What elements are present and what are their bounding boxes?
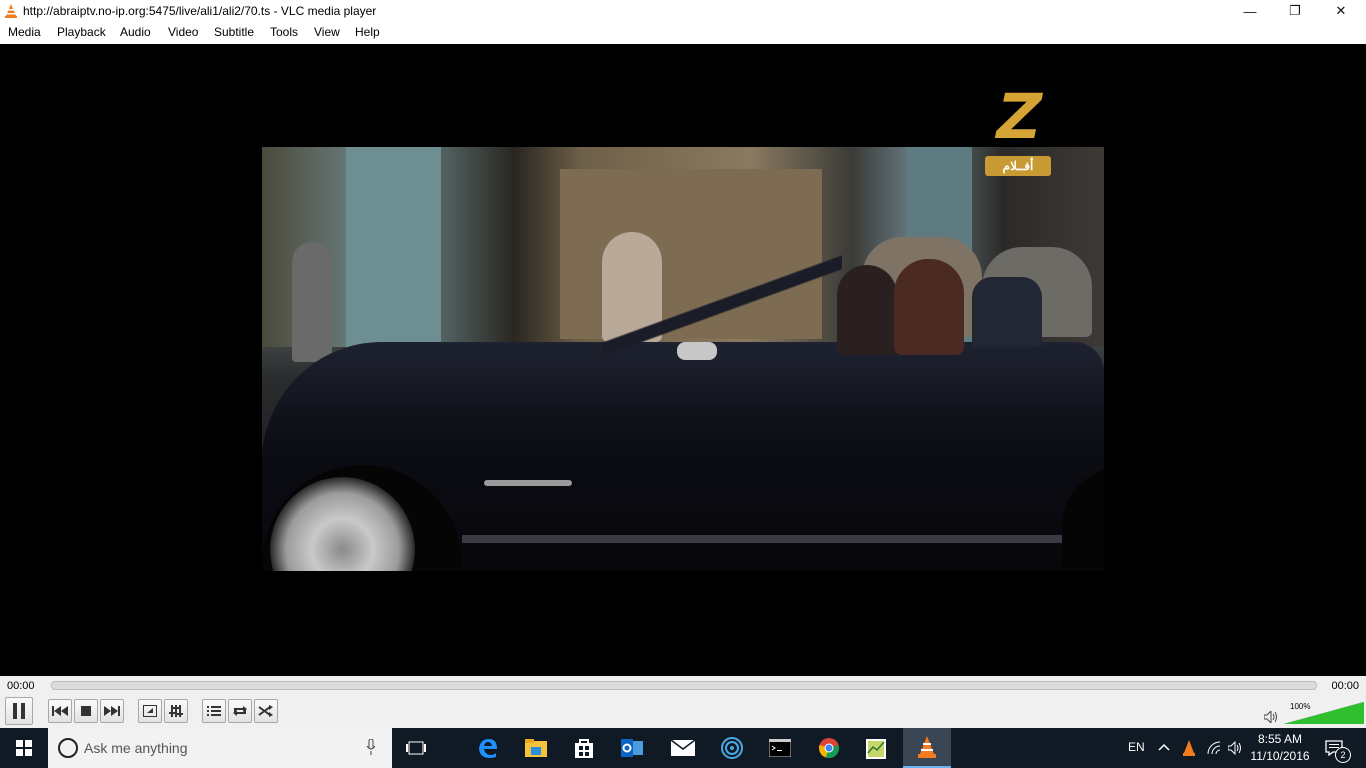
pause-button[interactable] (5, 697, 33, 725)
chevron-up-icon[interactable] (1158, 743, 1170, 751)
vlc-tray-icon[interactable] (1182, 740, 1196, 756)
next-button[interactable] (100, 699, 124, 723)
taskbar-mail[interactable] (659, 728, 707, 768)
title-bar: http://abraiptv.no-ip.org:5475/live/ali1… (0, 0, 1366, 22)
taskbar-app-blue[interactable] (708, 728, 756, 768)
mail-icon (671, 740, 695, 756)
cortana-icon (58, 738, 78, 758)
search-placeholder: Ask me anything (84, 740, 188, 756)
loop-icon (233, 706, 247, 716)
clock-time: 8:55 AM (1257, 732, 1303, 746)
taskbar-task-manager[interactable] (853, 728, 901, 768)
window-title: http://abraiptv.no-ip.org:5475/live/ali1… (23, 4, 377, 18)
stop-button[interactable] (74, 699, 98, 723)
store-icon (575, 739, 593, 758)
video-area[interactable]: Z أفــلام (0, 44, 1366, 676)
cortana-search-box[interactable]: Ask me anything (48, 728, 392, 768)
fullscreen-button[interactable] (138, 699, 162, 723)
language-indicator[interactable]: EN (1128, 740, 1145, 754)
playback-controls: 100% (0, 696, 1366, 728)
channel-logo-letter: Z (988, 80, 1050, 153)
menu-media[interactable]: Media (8, 25, 41, 39)
wifi-icon[interactable] (1207, 741, 1221, 755)
fullscreen-icon (143, 705, 157, 717)
vlc-cone-icon (918, 736, 936, 758)
folder-icon (525, 739, 547, 757)
system-clock[interactable]: 8:55 AM 11/10/2016 (1240, 731, 1320, 765)
volume-slider[interactable] (1284, 702, 1364, 724)
menu-playback[interactable]: Playback (57, 25, 106, 39)
stop-icon (81, 706, 91, 716)
seek-row: 00:00 00:00 (0, 676, 1366, 696)
minimize-button[interactable]: — (1227, 0, 1273, 22)
task-view-button[interactable] (392, 728, 440, 768)
playlist-icon (207, 706, 221, 716)
start-button[interactable] (0, 728, 48, 768)
channel-logo: Z أفــلام (983, 80, 1055, 182)
playlist-button[interactable] (202, 699, 226, 723)
taskbar-outlook[interactable] (608, 728, 656, 768)
extended-settings-button[interactable] (164, 699, 188, 723)
menu-video[interactable]: Video (168, 25, 198, 39)
next-icon (104, 706, 120, 716)
action-center-button[interactable]: 2 (1320, 728, 1366, 768)
equalizer-icon (169, 705, 183, 717)
menu-audio[interactable]: Audio (120, 25, 151, 39)
taskbar: Ask me anything EN 8:55 AM 11/10/2016 2 (0, 728, 1366, 768)
outlook-icon (621, 739, 643, 757)
taskbar-edge[interactable] (464, 728, 512, 768)
task-view-icon (406, 741, 426, 755)
menu-tools[interactable]: Tools (270, 25, 298, 39)
windows-logo-icon (16, 740, 32, 756)
taskbar-chrome[interactable] (805, 728, 853, 768)
microphone-icon[interactable] (366, 739, 376, 755)
chrome-icon (819, 738, 839, 758)
seek-slider[interactable] (51, 681, 1317, 690)
menu-view[interactable]: View (314, 25, 340, 39)
vlc-cone-icon (5, 4, 17, 18)
channel-logo-badge: أفــلام (985, 156, 1051, 176)
taskbar-store[interactable] (560, 728, 608, 768)
chart-app-icon (866, 739, 886, 759)
edge-icon (479, 739, 497, 758)
restore-button[interactable]: ❐ (1272, 0, 1318, 22)
menu-bar: Media Playback Audio Video Subtitle Tool… (0, 22, 1366, 44)
total-time: 00:00 (1331, 680, 1359, 692)
menu-subtitle[interactable]: Subtitle (214, 25, 254, 39)
taskbar-command-prompt[interactable] (756, 728, 804, 768)
taskbar-file-explorer[interactable] (512, 728, 560, 768)
notification-count: 2 (1335, 747, 1351, 763)
close-button[interactable]: ✕ (1318, 0, 1364, 22)
shuffle-button[interactable] (254, 699, 278, 723)
menu-help[interactable]: Help (355, 25, 380, 39)
shuffle-icon (258, 705, 273, 717)
video-frame (262, 147, 1104, 571)
speaker-icon[interactable] (1264, 711, 1278, 723)
pause-icon (13, 703, 25, 719)
previous-icon (52, 706, 68, 716)
terminal-icon (769, 739, 791, 757)
clock-date: 11/10/2016 (1250, 749, 1310, 763)
taskbar-vlc[interactable] (903, 728, 951, 768)
media-app-icon (721, 737, 743, 759)
loop-button[interactable] (228, 699, 252, 723)
previous-button[interactable] (48, 699, 72, 723)
elapsed-time: 00:00 (7, 680, 35, 692)
